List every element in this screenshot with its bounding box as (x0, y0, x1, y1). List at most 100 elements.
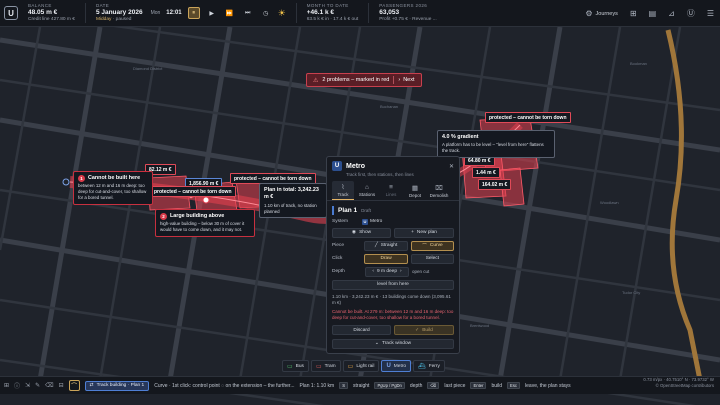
level-from-here-button[interactable]: level from here (332, 279, 454, 290)
journeys-label: Journeys (595, 10, 618, 17)
gradient-tooltip: 4.0 % gradient A platform has to be leve… (437, 130, 555, 159)
station-icon: ⌂ (365, 184, 369, 191)
metro-icon[interactable]: Ⓤ (687, 8, 695, 19)
key-hint-text: build (491, 382, 503, 389)
system-label: System (332, 219, 348, 224)
mode-tram[interactable]: ▭ Tram (310, 360, 341, 372)
plan-title: Plan 1 (338, 207, 358, 214)
grid-icon[interactable]: ⊞ (630, 9, 637, 18)
next-label: Next (403, 77, 415, 83)
eye-icon: ◉ (351, 230, 357, 235)
graph-icon[interactable]: ⊿ (668, 9, 675, 18)
panel-actions: Discard ✓ Build (327, 321, 459, 337)
sun-icon[interactable]: ☀ (278, 8, 286, 19)
select-button[interactable]: Select (410, 253, 454, 264)
depth-stepper[interactable]: ‹ 9 m deep › (365, 266, 409, 277)
date-status: Midday · paused (96, 17, 143, 23)
tab-track[interactable]: ⌇ Track (332, 181, 354, 200)
menu-icon[interactable]: ☰ (707, 9, 714, 18)
profit-revenue: Profit +0.75 € · Revenue ... (379, 16, 437, 22)
map-credit: © OpenStreetMap contributors (655, 382, 714, 388)
mode-ferry[interactable]: ⛴ Ferry (413, 360, 445, 372)
pencil-icon[interactable]: ✎ (35, 382, 40, 389)
track-window-button[interactable]: ⌄ Track window (332, 338, 454, 349)
fastest-button[interactable]: ⏭ (242, 7, 254, 19)
problems-banner[interactable]: ⚠ 2 problems – marked in red › Next (306, 73, 422, 87)
balance-group: BALANCE 48.05 m € Credit line 427.80 m € (28, 3, 75, 23)
cost-tag: 164.02 m € (478, 179, 512, 190)
panel-title: Metro (346, 162, 366, 170)
pause-button[interactable]: ⏸ (187, 7, 200, 19)
eraser-icon[interactable]: ⌫ (45, 382, 53, 389)
divider (84, 3, 86, 23)
mode-metro[interactable]: U Metro (381, 360, 412, 372)
depth-row: Depth ‹ 9 m deep › open cut (327, 265, 459, 278)
mode-label: Ferry (428, 363, 440, 369)
key-hint: S (339, 382, 349, 389)
layers-icon[interactable]: ⊞ (4, 382, 9, 389)
key-hint-text: depth (409, 382, 423, 389)
protected-tag: protected – cannot be torn down (485, 112, 571, 123)
problems-text: 2 problems – marked in red (322, 77, 390, 83)
ruler-icon[interactable]: ⊟ (59, 382, 64, 389)
date-group: DATE 5 January 2026 Midday · paused (96, 3, 143, 23)
panel-tabs: ⌇ Track ⌂ Stations ≡ Lines ▦ Depot ⌧ Demolish (327, 177, 459, 201)
problem-tooltip-2: 2 Large building above high-value buildin… (155, 209, 255, 238)
curve-button[interactable]: ⌒ Curve (410, 240, 454, 251)
tab-label: Lines (385, 192, 397, 197)
straight-icon: ╱ (374, 243, 378, 248)
build-label: Build (422, 327, 433, 333)
arrow-right-icon: › (398, 77, 401, 83)
play-button[interactable]: ▶ (206, 7, 218, 19)
passengers-group: PASSENGERS 2026 63,053 Profit +0.75 € · … (379, 3, 436, 23)
fast-forward-button[interactable]: ⏩ (224, 7, 236, 19)
track-window-label: Track window (381, 341, 412, 347)
depth-value: 9 m deep (376, 269, 397, 274)
build-button[interactable]: ✓ Build (394, 325, 454, 336)
status-bar: ⊞ ⓘ ⇲ ✎ ⌫ ⊟ ⌒ ⇄ Track building · Plan 1 C… (0, 376, 720, 394)
tab-depot[interactable]: ▦ Depot (404, 181, 426, 200)
track-tool-icon[interactable]: ⌒ (68, 380, 80, 391)
street-label: Brentwood (470, 323, 490, 328)
mode-bus[interactable]: ▭ Bus (282, 360, 309, 372)
tooltip-body: high-value building – below 30 m of cove… (160, 221, 245, 233)
clock-icon[interactable]: ◷ (260, 7, 272, 19)
mode-light-rail[interactable]: ▭ Light rail (342, 360, 380, 372)
month-out: · 17.4 k € out (330, 16, 359, 22)
revenue: Revenue ... (412, 16, 437, 22)
problem-number: 2 (160, 213, 167, 221)
system-value[interactable]: U Metro (362, 218, 382, 225)
tab-demolish[interactable]: ⌧ Demolish (428, 181, 450, 200)
tram-icon: ▭ (315, 363, 322, 370)
mode-chip: ⇄ Track building · Plan 1 (84, 380, 150, 391)
tooltip-title-text: Cannot be built here (88, 175, 141, 181)
profit: Profit +0.75 € (379, 16, 408, 22)
next-problem-button[interactable]: › Next (398, 77, 414, 83)
metro-icon: U (386, 363, 391, 369)
new-plan-button[interactable]: + New plan (394, 227, 454, 238)
plan-total-body: 1.10 km of track, no station planned (264, 202, 317, 214)
depth-hint: open cut (412, 269, 430, 274)
draw-button[interactable]: Draw (364, 253, 408, 264)
status-hint: Curve · 1st click: control point ◌ on th… (154, 382, 295, 389)
date-value: 5 January 2026 (95, 8, 143, 16)
app-logo[interactable]: U (4, 6, 18, 20)
tab-lines[interactable]: ≡ Lines (380, 181, 402, 200)
chart-icon[interactable]: ▤ (649, 9, 657, 18)
tooltip-body: between 12 m and 16 m deep: too deep for… (78, 183, 147, 201)
journeys-button[interactable]: ⚙ Journeys (585, 9, 618, 18)
train-icon: ⇄ (89, 383, 94, 388)
straight-button[interactable]: ╱ Straight (364, 240, 408, 251)
close-icon[interactable]: ✕ (449, 163, 454, 170)
credit-line: Credit line 427.80 m € (28, 16, 75, 22)
pointer-icon[interactable]: ⇲ (25, 382, 30, 389)
info-icon[interactable]: ⓘ (14, 381, 20, 390)
show-button[interactable]: ◉ Show (332, 227, 392, 238)
mode-chip-label: Track building · Plan 1 (96, 383, 145, 388)
tab-stations[interactable]: ⌂ Stations (356, 181, 378, 200)
cost-tag: 1.44 m € (472, 167, 500, 178)
tab-label: Depot (408, 192, 421, 198)
discard-button[interactable]: Discard (332, 325, 392, 336)
month-group: MONTH TO DATE +46.1 k € 63.5 k € in · 17… (307, 3, 358, 23)
street-label: Bookman (630, 61, 647, 66)
